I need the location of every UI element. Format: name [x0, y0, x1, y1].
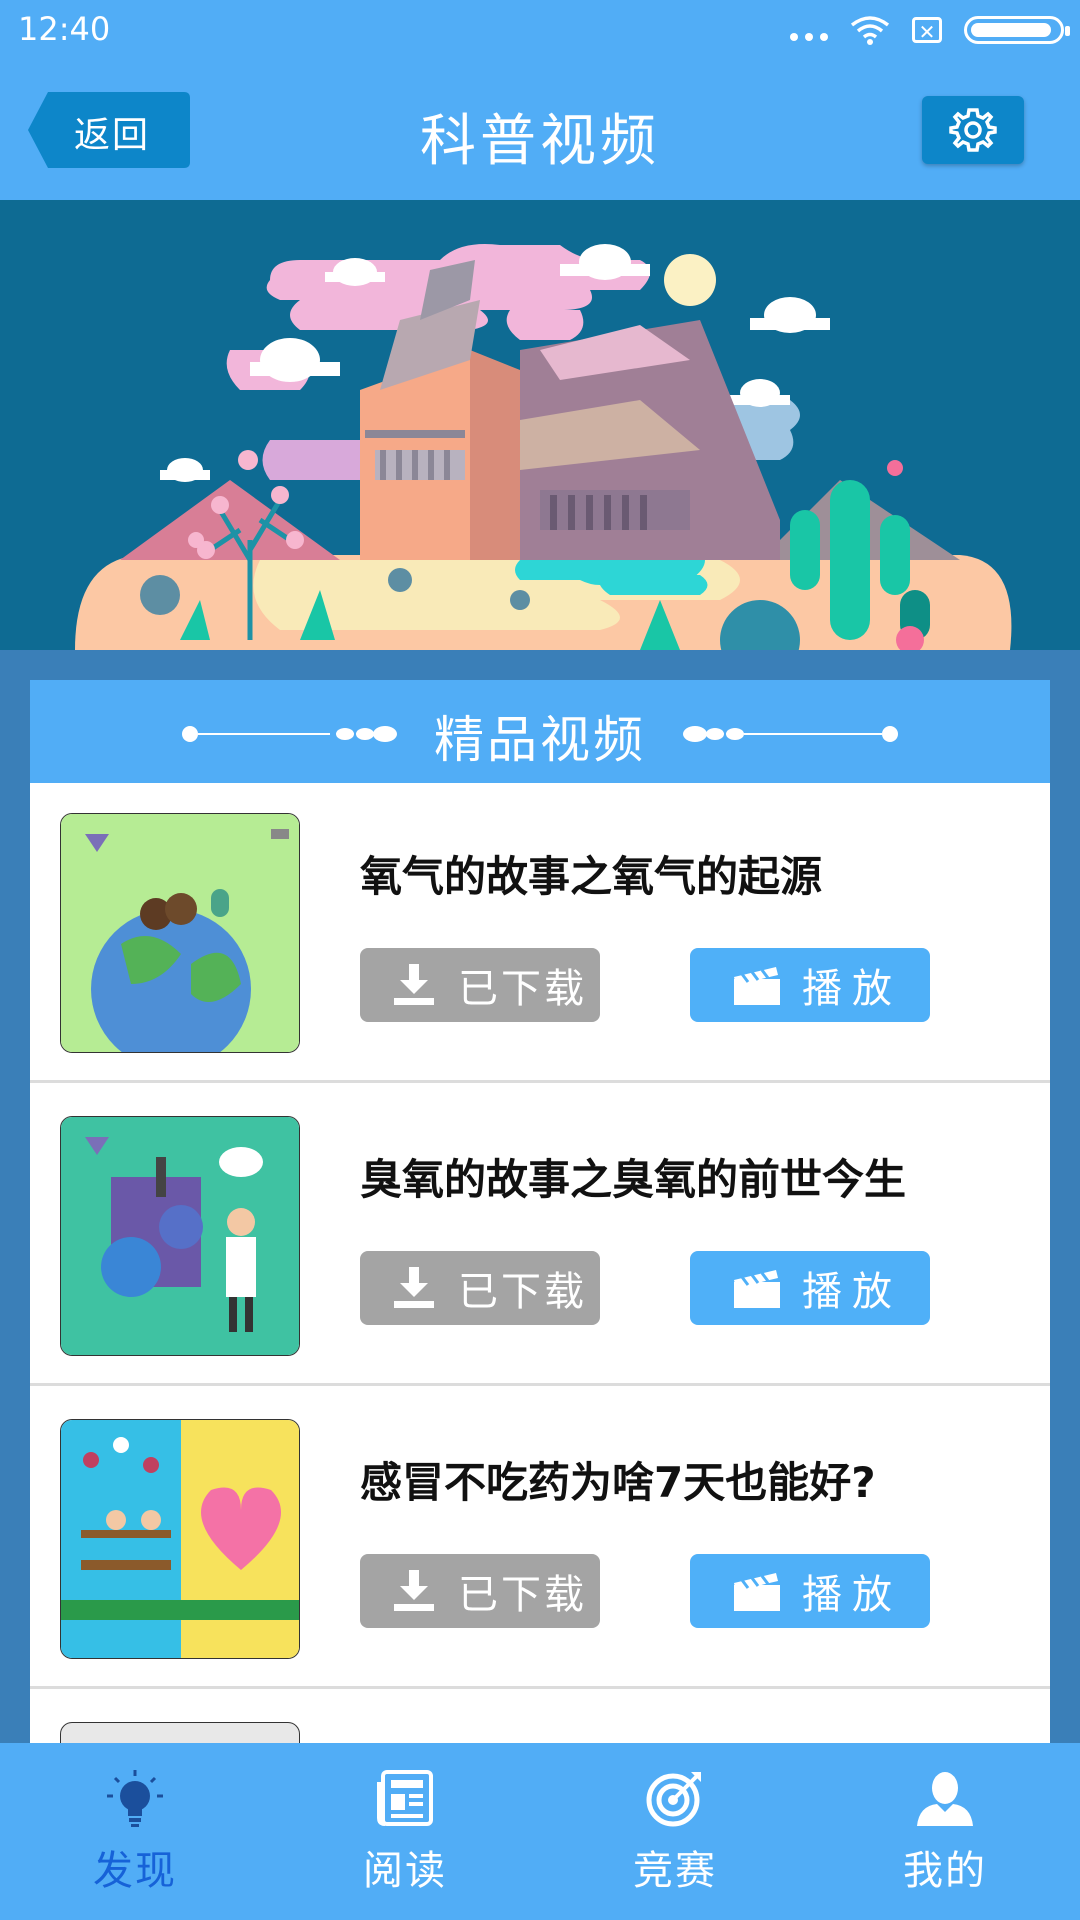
battery-icon — [964, 16, 1070, 44]
target-icon — [646, 1772, 701, 1827]
page-title: 科普视频 — [420, 109, 660, 174]
nav-label: 我的 — [903, 1848, 987, 1894]
video-list-item[interactable]: 感冒不吃药为啥7天也能好? 已下载 播放 — [30, 1389, 1050, 1689]
nav-item-discover[interactable]: 发现 — [0, 1743, 270, 1920]
download-icon — [394, 1267, 434, 1308]
nav-item-mine[interactable]: 我的 — [810, 1743, 1080, 1920]
downloaded-label: 已下载 — [458, 1269, 587, 1315]
video-title: 氧气的故事之氧气的起源 — [360, 852, 823, 901]
status-time: 12:40 — [18, 10, 111, 48]
more-dots-icon — [790, 33, 828, 41]
no-sim-icon: ✕ — [912, 17, 942, 44]
video-list-item[interactable]: 臭氧的故事之臭氧的前世今生 已下载 播放 — [30, 1086, 1050, 1386]
nav-item-read[interactable]: 阅读 — [270, 1743, 540, 1920]
video-title: 臭氧的故事之臭氧的前世今生 — [360, 1155, 907, 1204]
play-button[interactable]: 播放 — [690, 948, 930, 1022]
downloaded-label: 已下载 — [458, 1572, 587, 1618]
decor-right-icon — [683, 726, 898, 742]
status-bar: 12:40 ✕ — [0, 0, 1080, 60]
user-icon — [917, 1772, 973, 1826]
video-list-item[interactable]: 氧气的故事之氧气的起源 已下载 播放 — [30, 783, 1050, 1083]
nav-label: 发现 — [93, 1848, 177, 1894]
banner-illustration — [0, 200, 1080, 650]
nav-label: 阅读 — [363, 1848, 447, 1894]
clapperboard-icon — [734, 967, 780, 1005]
download-icon — [394, 964, 434, 1005]
video-thumbnail[interactable] — [60, 813, 300, 1053]
status-icons: ✕ — [790, 12, 1070, 48]
video-title: 感冒不吃药为啥7天也能好? — [360, 1458, 876, 1507]
play-label: 播放 — [802, 1572, 902, 1618]
gear-icon — [949, 108, 997, 152]
settings-button[interactable] — [922, 96, 1024, 164]
video-thumbnail[interactable] — [60, 1116, 300, 1356]
video-thumbnail[interactable] — [60, 1419, 300, 1659]
app-header: 返回 科普视频 — [0, 60, 1080, 200]
wifi-icon — [850, 16, 890, 45]
play-label: 播放 — [802, 1269, 902, 1315]
nav-label: 竞赛 — [633, 1848, 717, 1894]
video-card: 精品视频 氧气的故事之氧气的起源 已下载 播放 臭氧的故事之臭氧的前世今生 已下… — [30, 680, 1050, 1760]
play-button[interactable]: 播放 — [690, 1251, 930, 1325]
downloaded-label: 已下载 — [458, 966, 587, 1012]
newspaper-icon — [377, 1770, 433, 1826]
play-button[interactable]: 播放 — [690, 1554, 930, 1628]
clapperboard-icon — [734, 1270, 780, 1308]
downloaded-button[interactable]: 已下载 — [360, 1251, 600, 1325]
play-label: 播放 — [802, 966, 902, 1012]
section-header: 精品视频 — [30, 680, 1050, 783]
bottom-nav: 发现 阅读 竞赛 我的 — [0, 1743, 1080, 1920]
downloaded-button[interactable]: 已下载 — [360, 948, 600, 1022]
bulb-icon — [107, 1770, 163, 1827]
nav-item-contest[interactable]: 竞赛 — [540, 1743, 810, 1920]
downloaded-button[interactable]: 已下载 — [360, 1554, 600, 1628]
download-icon — [394, 1570, 434, 1611]
clapperboard-icon — [734, 1573, 780, 1611]
